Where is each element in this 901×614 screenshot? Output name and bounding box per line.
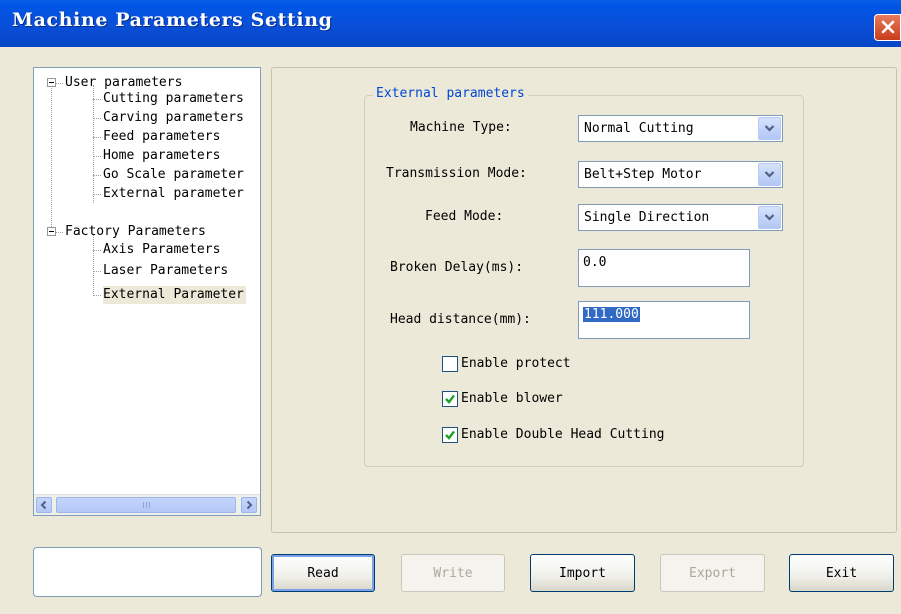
title-bar[interactable]: Machine Parameters Setting <box>0 0 901 47</box>
dropdown-button[interactable] <box>758 206 781 229</box>
read-button[interactable]: Read <box>271 554 375 592</box>
tree-connector <box>93 175 101 176</box>
window-body: User parameters Cutting parameters Carvi… <box>0 47 901 614</box>
tree-connector <box>93 234 94 296</box>
tree-connector <box>93 137 101 138</box>
tree-item-external-parameter[interactable]: External parameter <box>103 185 244 203</box>
feed-mode-label: Feed Mode: <box>425 209 504 224</box>
dropdown-button[interactable] <box>758 117 781 140</box>
arrow-right-icon <box>246 500 253 510</box>
head-distance-value: 111.000 <box>583 307 640 322</box>
tree-connector <box>93 118 101 119</box>
transmission-mode-label: Transmission Mode: <box>386 166 527 181</box>
feed-mode-select[interactable]: Single Direction <box>578 204 783 231</box>
tree-item-cutting-parameters[interactable]: Cutting parameters <box>103 90 244 108</box>
machine-type-label: Machine Type: <box>410 120 512 135</box>
broken-delay-label: Broken Delay(ms): <box>390 260 524 275</box>
chevron-down-icon <box>764 214 775 221</box>
arrow-left-icon <box>40 500 47 510</box>
parameter-tree[interactable]: User parameters Cutting parameters Carvi… <box>33 67 261 516</box>
parameters-panel: External parameters Machine Type: Normal… <box>271 67 897 533</box>
tree-item-external-parameter-selected[interactable]: External Parameter <box>103 286 246 304</box>
write-button[interactable]: Write <box>401 554 505 592</box>
tree-group-factory-parameters[interactable]: Factory Parameters <box>65 223 206 241</box>
tree-item-carving-parameters[interactable]: Carving parameters <box>103 109 244 127</box>
scroll-left-button[interactable] <box>36 497 52 513</box>
enable-protect-label: Enable protect <box>461 356 571 371</box>
import-button[interactable]: Import <box>530 554 635 592</box>
checkbox-box[interactable] <box>442 356 458 372</box>
tree-connector <box>56 232 63 233</box>
tree-connector <box>93 194 101 195</box>
minus-icon[interactable] <box>47 78 56 87</box>
broken-delay-value: 0.0 <box>583 255 607 270</box>
window-title: Machine Parameters Setting <box>12 9 333 31</box>
scrollbar-grip <box>143 502 151 508</box>
checkbox-box[interactable] <box>442 427 458 443</box>
enable-blower-label: Enable blower <box>461 391 563 406</box>
broken-delay-input[interactable]: 0.0 <box>578 249 750 287</box>
tree-item-laser-parameters[interactable]: Laser Parameters <box>103 262 228 280</box>
tree-connector <box>93 85 94 203</box>
head-distance-label: Head distance(mm): <box>390 312 531 327</box>
feed-mode-value: Single Direction <box>584 210 710 225</box>
chevron-down-icon <box>764 125 775 132</box>
tree-item-axis-parameters[interactable]: Axis Parameters <box>103 241 220 259</box>
head-distance-input[interactable]: 111.000 <box>578 301 750 339</box>
close-icon <box>881 20 895 34</box>
tree-connector <box>93 271 101 272</box>
machine-type-value: Normal Cutting <box>584 121 694 136</box>
checkmark-icon <box>445 430 455 440</box>
transmission-mode-value: Belt+Step Motor <box>584 167 702 182</box>
tree-connector <box>93 99 101 100</box>
tree-connector <box>93 295 101 296</box>
enable-double-head-cutting-label: Enable Double Head Cutting <box>461 427 665 442</box>
tree-connector <box>93 156 101 157</box>
chevron-down-icon <box>764 171 775 178</box>
horizontal-scrollbar[interactable] <box>34 494 260 515</box>
status-field <box>33 547 262 597</box>
tree-item-home-parameters[interactable]: Home parameters <box>103 147 220 165</box>
tree-item-feed-parameters[interactable]: Feed parameters <box>103 128 220 146</box>
close-button[interactable] <box>874 14 901 41</box>
group-title: External parameters <box>373 86 528 101</box>
minus-icon[interactable] <box>47 227 56 236</box>
exit-button[interactable]: Exit <box>789 554 894 592</box>
tree-connector <box>93 250 101 251</box>
checkmark-icon <box>445 394 455 404</box>
checkbox-box[interactable] <box>442 391 458 407</box>
tree-connector <box>51 84 52 231</box>
machine-type-select[interactable]: Normal Cutting <box>578 115 783 142</box>
export-button[interactable]: Export <box>660 554 765 592</box>
tree-item-go-scale-parameter[interactable]: Go Scale parameter <box>103 166 244 184</box>
scroll-right-button[interactable] <box>241 497 257 513</box>
tree-content: User parameters Cutting parameters Carvi… <box>34 68 260 495</box>
scrollbar-thumb[interactable] <box>56 497 236 513</box>
tree-connector <box>56 83 63 84</box>
dropdown-button[interactable] <box>758 163 781 186</box>
transmission-mode-select[interactable]: Belt+Step Motor <box>578 161 783 188</box>
